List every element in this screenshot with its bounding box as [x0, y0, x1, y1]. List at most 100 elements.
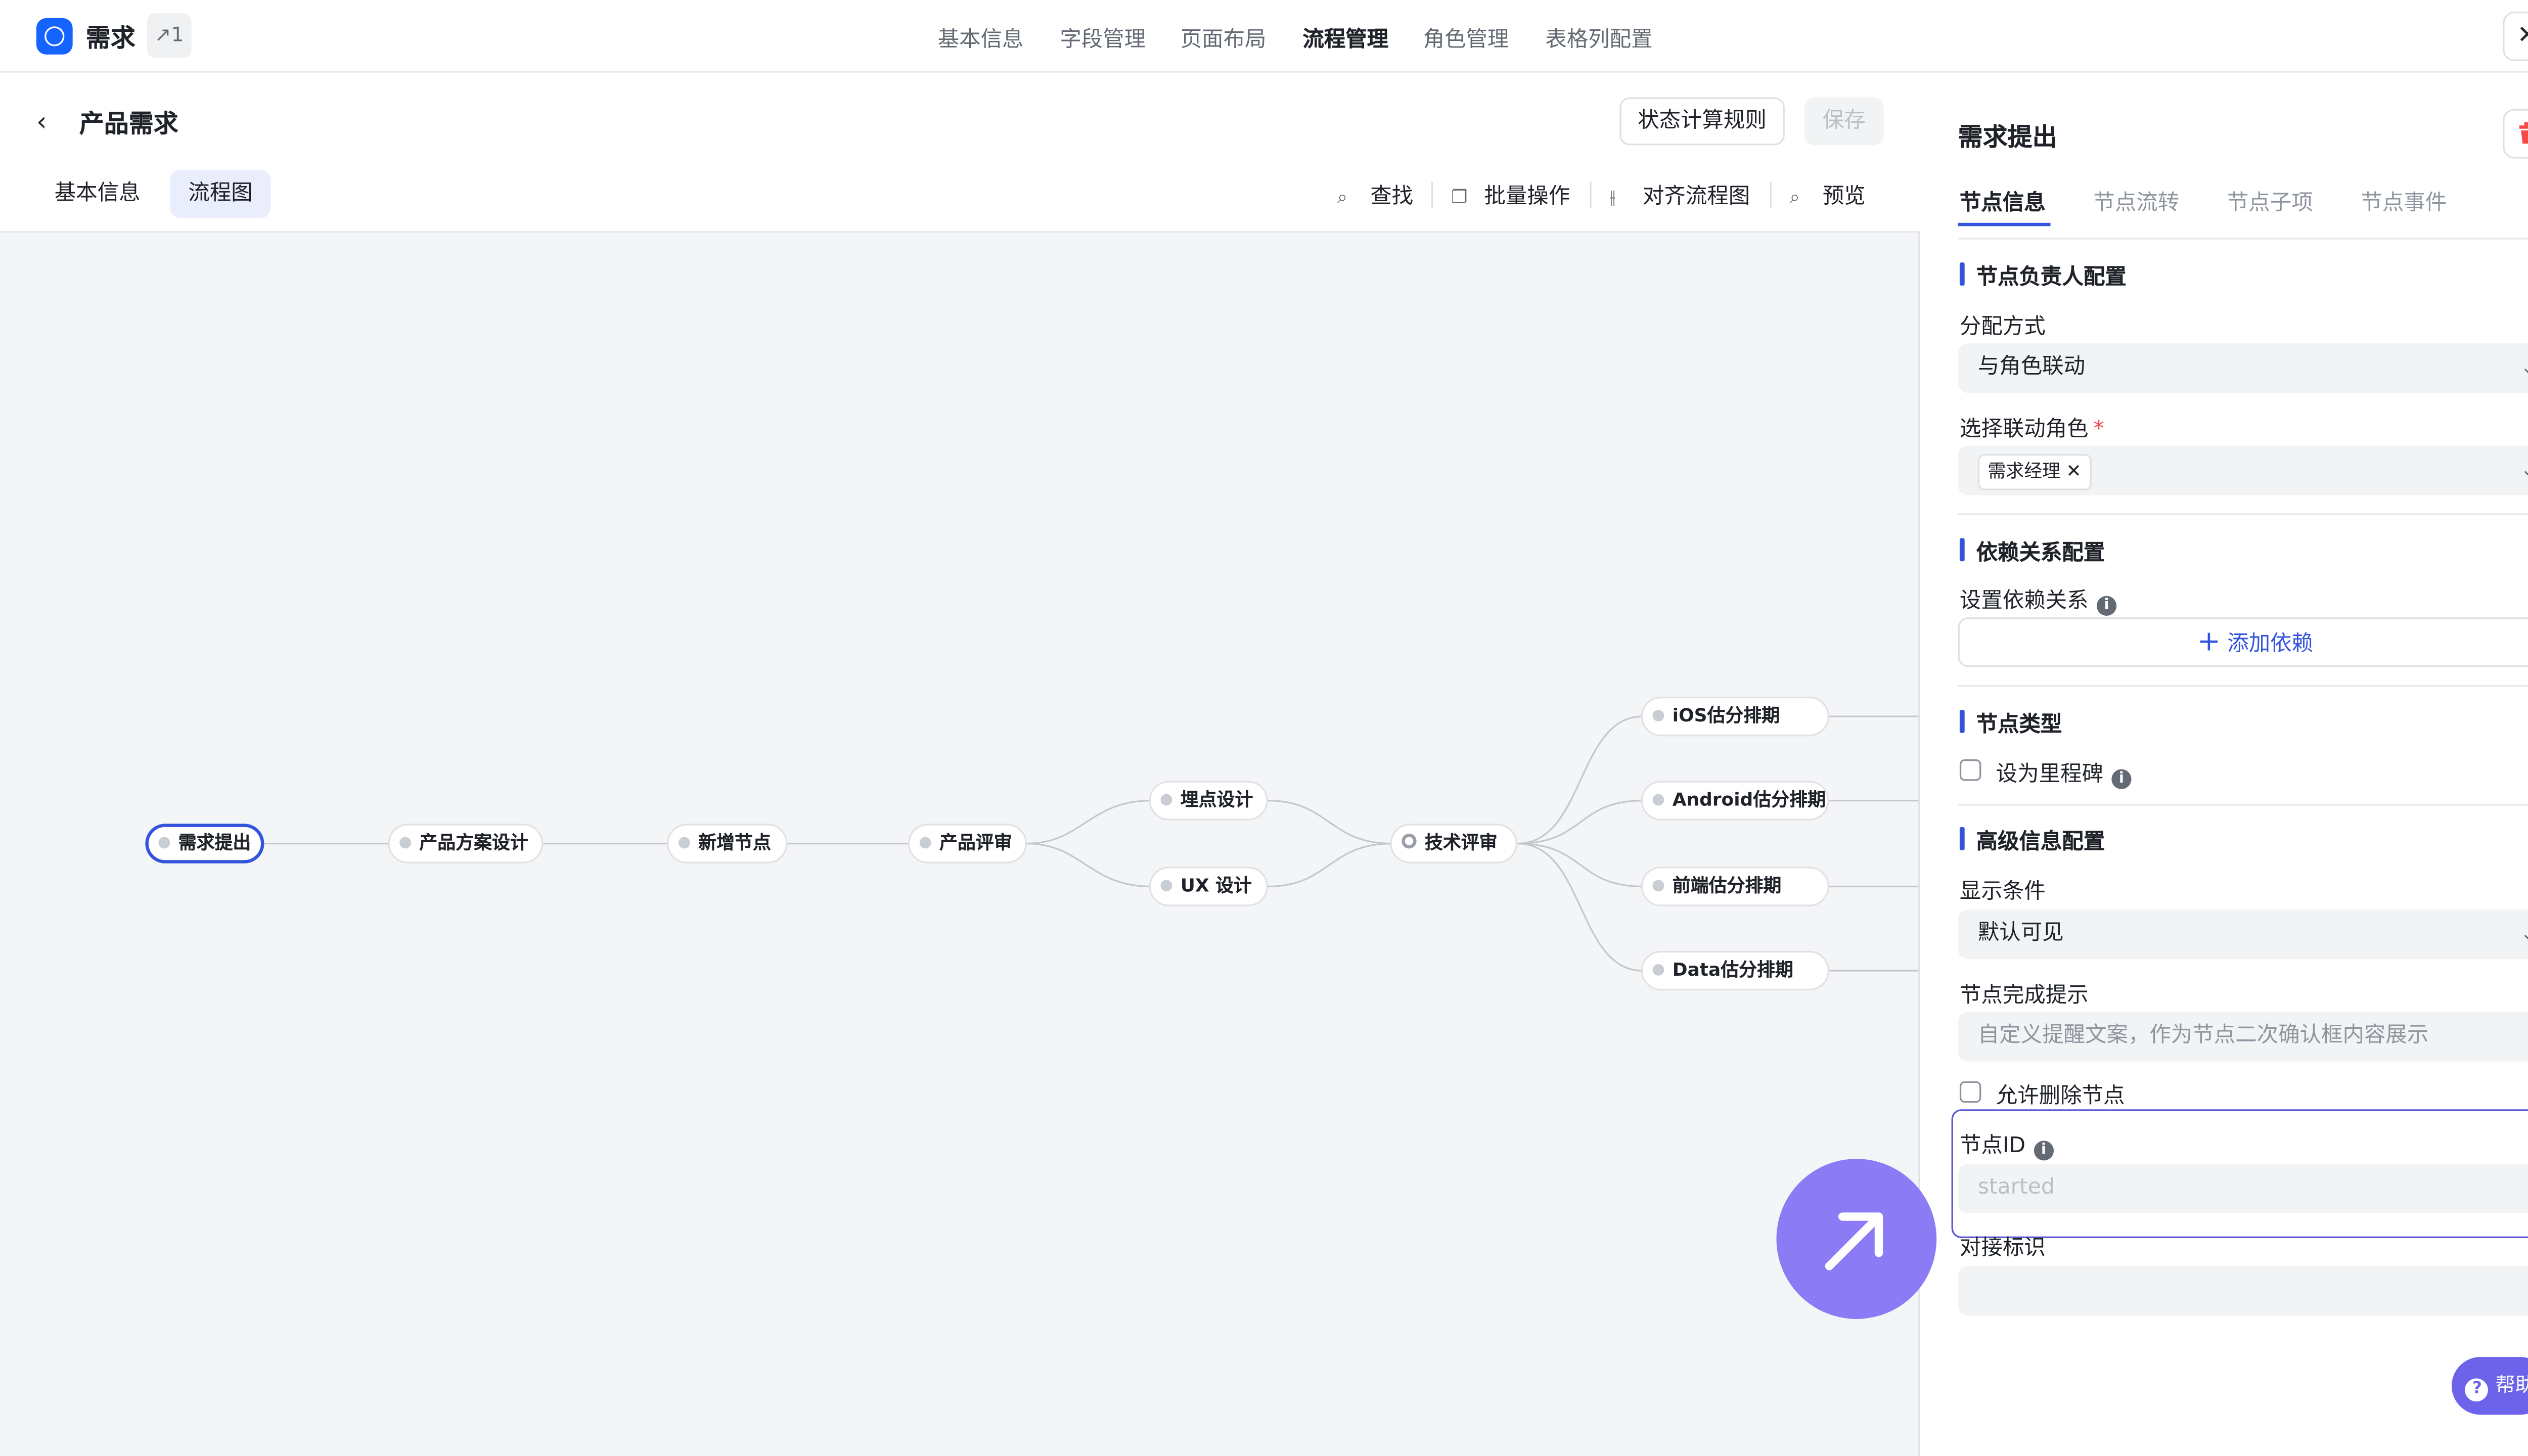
node-status-icon	[919, 837, 931, 849]
preview-label: 预览	[1822, 185, 1866, 210]
batch-label: 批量操作	[1484, 185, 1570, 210]
add-dependency-button[interactable]: + 添加依赖	[1958, 617, 2528, 667]
info-icon[interactable]: i	[2096, 596, 2117, 616]
flow-node-data-estimate[interactable]: Data估分排期	[1641, 950, 1829, 991]
preview-tool[interactable]: ⌕ 预览	[1790, 178, 1866, 210]
required-asterisk: *	[2093, 418, 2104, 443]
help-button[interactable]: ?帮助	[2451, 1357, 2528, 1415]
align-tool[interactable]: ⫲ 对齐流程图	[1610, 178, 1750, 210]
flow-node-ux-design[interactable]: UX 设计	[1149, 867, 1268, 906]
panel-tab-node-info[interactable]: 节点信息	[1960, 185, 2046, 216]
node-status-icon	[1652, 964, 1664, 976]
remove-tag-icon[interactable]: ✕	[2066, 461, 2082, 482]
info-icon[interactable]: i	[2034, 1141, 2054, 1161]
display-condition-select[interactable]: 默认可见 ⌄	[1958, 909, 2528, 960]
edge	[1268, 800, 1392, 845]
arrow-up-right-icon	[1825, 1212, 1883, 1270]
edge	[1517, 842, 1643, 972]
app-title: 需求	[85, 23, 136, 53]
flow-node-tracking-design[interactable]: 埋点设计	[1149, 781, 1268, 821]
display-condition-label: 显示条件	[1959, 880, 2046, 905]
node-status-icon	[1652, 880, 1664, 892]
section-advanced-config: 高级信息配置	[1959, 824, 2105, 855]
node-status-icon	[1160, 794, 1172, 806]
top-tab-table-column-config[interactable]: 表格列配置	[1545, 21, 1652, 53]
info-icon[interactable]: i	[2111, 769, 2132, 789]
integration-id-label: 对接标识	[1959, 1236, 2046, 1261]
batch-tool[interactable]: ❐ 批量操作	[1451, 178, 1570, 210]
chevron-down-icon: ⌄	[2520, 446, 2528, 495]
node-id-input[interactable]: started	[1958, 1164, 2528, 1213]
flow-node-product-design[interactable]: 产品方案设计	[388, 824, 544, 863]
status-rules-button[interactable]: 状态计算规则	[1619, 97, 1785, 146]
back-chevron-icon[interactable]: ‹	[36, 106, 47, 137]
flow-node-tech-review[interactable]: 技术评审	[1390, 824, 1517, 863]
share-count: 1	[171, 23, 184, 47]
toolbar-divider	[1770, 181, 1772, 208]
completion-tip-input[interactable]: 自定义提醒文案，作为节点二次确认框内容展示	[1958, 1012, 2528, 1062]
edge	[1027, 842, 1151, 888]
delete-node-button[interactable]	[2503, 109, 2528, 159]
expand-fab-button[interactable]	[1776, 1159, 1937, 1319]
active-tab-indicator	[1958, 222, 2051, 226]
node-label: 前端估分排期	[1672, 875, 1782, 897]
sub-tab-flowchart[interactable]: 流程图	[170, 170, 271, 218]
top-tab-role-management[interactable]: 角色管理	[1423, 21, 1509, 53]
top-tab-flow-management[interactable]: 流程管理	[1302, 21, 1388, 53]
find-tool[interactable]: ⌕ 查找	[1337, 178, 1413, 210]
flowchart-canvas[interactable]: 需求提出 产品方案设计 新增节点 产品评审 埋点设计 UX 设计 技术评审 iO…	[0, 231, 1920, 1456]
divider	[1958, 513, 2528, 515]
question-icon: ?	[2465, 1378, 2489, 1402]
flow-node-requirement[interactable]: 需求提出	[145, 824, 264, 863]
top-tab-basic-info[interactable]: 基本信息	[938, 21, 1024, 53]
linked-role-label-text: 选择联动角色	[1959, 418, 2089, 443]
share-icon: ↗	[154, 23, 171, 47]
node-status-icon	[1652, 794, 1664, 806]
edge	[1517, 842, 1643, 888]
close-icon: ✕	[2517, 20, 2528, 50]
edge	[1268, 842, 1392, 888]
panel-tab-node-transition[interactable]: 节点流转	[2093, 185, 2179, 216]
node-id-label-text: 节点ID	[1959, 1134, 2026, 1159]
align-label: 对齐流程图	[1642, 185, 1750, 210]
trash-icon	[2519, 122, 2528, 144]
node-id-label: 节点ID i	[1959, 1127, 2054, 1161]
divider	[1958, 238, 2528, 240]
save-button[interactable]: 保存	[1804, 97, 1884, 146]
divider	[1958, 685, 2528, 687]
close-button[interactable]: ✕	[2503, 11, 2528, 61]
top-tab-field-management[interactable]: 字段管理	[1060, 21, 1146, 53]
edge	[1517, 715, 1643, 845]
node-status-icon	[1160, 880, 1172, 892]
node-status-icon	[158, 837, 170, 849]
page-title: 产品需求	[79, 109, 178, 139]
node-status-icon	[1402, 833, 1417, 849]
node-label: UX 设计	[1180, 875, 1252, 897]
sub-tab-basic-info[interactable]: 基本信息	[36, 170, 159, 218]
milestone-checkbox[interactable]	[1959, 759, 1981, 781]
preview-icon: ⌕	[1789, 186, 1800, 208]
flow-node-android-estimate[interactable]: Android估分排期	[1641, 781, 1829, 821]
node-status-icon	[1652, 710, 1664, 721]
panel-tab-node-subitems[interactable]: 节点子项	[2227, 185, 2313, 216]
allow-delete-checkbox[interactable]	[1959, 1081, 1981, 1103]
top-tab-page-layout[interactable]: 页面布局	[1181, 21, 1267, 53]
add-dependency-label: 添加依赖	[2227, 632, 2314, 657]
integration-id-input[interactable]	[1958, 1266, 2528, 1316]
role-tag-label: 需求经理	[1988, 461, 2061, 482]
chevron-down-icon: ⌄	[2520, 343, 2528, 393]
app-logo-icon	[36, 18, 73, 55]
align-icon: ⫲	[1609, 186, 1616, 208]
flow-node-product-review[interactable]: 产品评审	[908, 824, 1027, 863]
panel-tab-node-events[interactable]: 节点事件	[2361, 185, 2447, 216]
node-label: iOS估分排期	[1672, 705, 1780, 726]
share-count-button[interactable]: ↗1	[147, 13, 192, 58]
assign-method-value: 与角色联动	[1977, 355, 2086, 380]
flow-node-ios-estimate[interactable]: iOS估分排期	[1641, 696, 1829, 737]
node-status-icon	[399, 837, 412, 849]
flow-node-frontend-estimate[interactable]: 前端估分排期	[1641, 867, 1829, 906]
edge	[1517, 800, 1643, 845]
assign-method-select[interactable]: 与角色联动 ⌄	[1958, 343, 2528, 393]
toolbar-divider	[1590, 181, 1592, 208]
flow-node-new[interactable]: 新增节点	[667, 824, 788, 863]
